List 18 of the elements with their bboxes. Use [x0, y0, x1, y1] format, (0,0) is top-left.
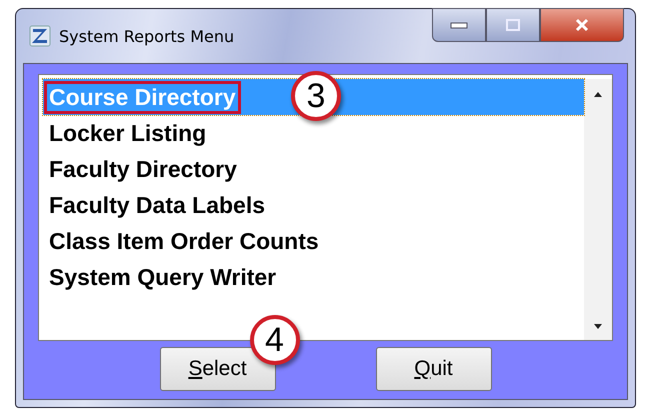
list-item[interactable]: System Query Writer — [43, 259, 584, 295]
step-callout: 3 — [291, 71, 341, 121]
close-icon — [574, 18, 590, 32]
window-title: System Reports Menu — [59, 26, 234, 46]
list-item[interactable]: Faculty Directory — [43, 151, 584, 187]
close-button[interactable] — [540, 8, 624, 42]
list-item[interactable]: Class Item Order Counts — [43, 223, 584, 259]
minimize-icon — [450, 21, 468, 29]
scroll-up-icon[interactable] — [593, 91, 603, 97]
maximize-button[interactable] — [486, 8, 540, 42]
dialog-button[interactable]: Quit — [376, 347, 492, 391]
list-item[interactable]: Faculty Data Labels — [43, 187, 584, 223]
dialog-button[interactable]: Select — [160, 347, 276, 391]
scrollbar[interactable] — [584, 79, 612, 340]
minimize-button[interactable] — [432, 8, 486, 42]
scroll-down-icon[interactable] — [593, 324, 603, 330]
maximize-icon — [505, 18, 521, 32]
app-icon — [29, 25, 51, 47]
